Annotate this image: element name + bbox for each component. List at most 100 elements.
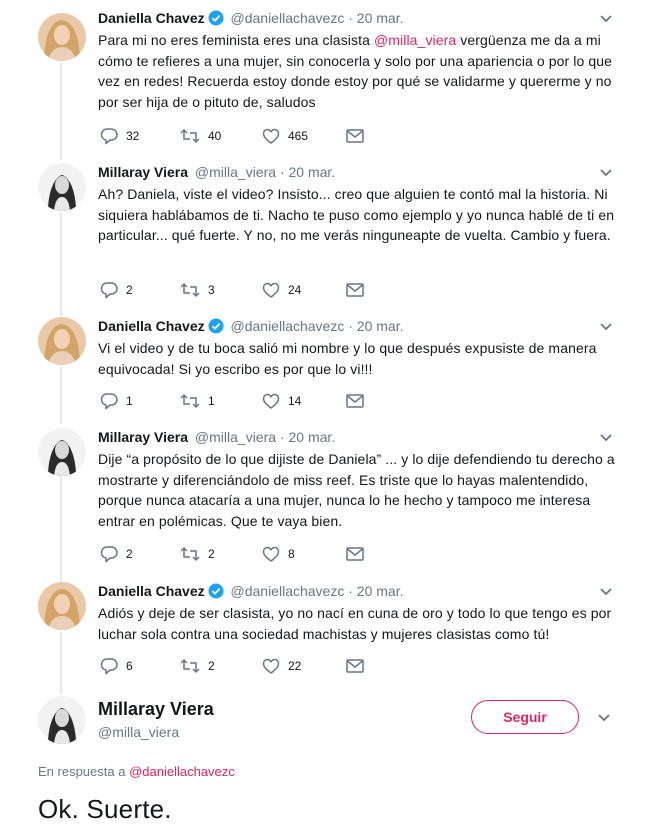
separator-dot: · xyxy=(279,164,285,180)
reply-count: 32 xyxy=(126,129,140,143)
timestamp[interactable]: 20 mar. xyxy=(289,164,336,180)
like-button[interactable]: 24 xyxy=(262,280,301,300)
timestamp[interactable]: 20 mar. xyxy=(289,429,336,445)
tweet-actions: 2 3 24 xyxy=(98,280,398,300)
reply-button[interactable]: 32 xyxy=(100,126,139,146)
avatar[interactable] xyxy=(38,163,86,211)
separator-dot: · xyxy=(348,318,353,334)
like-count: 8 xyxy=(288,547,295,561)
reply-to-line: En respuesta a @daniellachavezc xyxy=(38,764,235,779)
reply-count: 1 xyxy=(126,394,133,408)
timestamp[interactable]: 20 mar. xyxy=(357,318,404,334)
reply-button[interactable]: 2 xyxy=(100,544,133,564)
author-handle[interactable]: @milla_viera xyxy=(195,164,276,180)
author-handle[interactable]: @daniellachavezc xyxy=(231,583,345,599)
timestamp[interactable]: 20 mar. xyxy=(357,10,404,26)
reply-icon xyxy=(100,545,118,563)
thread-line xyxy=(60,476,62,582)
author-name[interactable]: Millaray Viera xyxy=(98,429,188,445)
reply-icon xyxy=(100,392,118,410)
direct-message-button[interactable] xyxy=(346,126,364,146)
tweet-text: Adiós y deje de ser clasista, yo no nací… xyxy=(98,603,620,644)
chevron-down-icon[interactable] xyxy=(599,319,613,337)
retweet-count: 40 xyxy=(208,129,222,143)
tweet-header: Millaray Viera @milla_viera · 20 mar. xyxy=(98,163,335,181)
like-button[interactable]: 14 xyxy=(262,391,301,411)
author-name[interactable]: Daniella Chavez xyxy=(98,318,205,334)
main-author-handle[interactable]: @milla_viera xyxy=(98,724,179,740)
tweet-text: Para mi no eres feminista eres una clasi… xyxy=(98,30,620,112)
reply-count: 2 xyxy=(126,547,133,561)
reply-button[interactable]: 2 xyxy=(100,280,133,300)
separator-dot: · xyxy=(348,10,353,26)
retweet-icon xyxy=(180,128,200,144)
tweet-text: Vi el video y de tu boca salió mi nombre… xyxy=(98,338,620,379)
main-author-name[interactable]: Millaray Viera xyxy=(98,699,214,720)
like-button[interactable]: 22 xyxy=(262,656,301,676)
reply-to-handle[interactable]: @daniellachavezc xyxy=(129,764,235,779)
author-handle[interactable]: @daniellachavezc xyxy=(231,10,345,26)
retweet-icon xyxy=(180,282,200,298)
chevron-down-icon[interactable] xyxy=(599,165,613,183)
retweet-button[interactable]: 40 xyxy=(180,126,221,146)
tweet-header: Daniella Chavez @daniellachavezc · 20 ma… xyxy=(98,582,404,603)
main-tweet-text: Ok. Suerte. xyxy=(38,794,172,824)
tweet-actions: 1 1 14 xyxy=(98,391,398,411)
envelope-icon xyxy=(346,129,364,143)
retweet-count: 2 xyxy=(208,659,215,673)
retweet-icon xyxy=(180,546,200,562)
verified-badge-icon xyxy=(208,10,224,30)
direct-message-button[interactable] xyxy=(346,280,364,300)
verified-badge-icon xyxy=(208,318,224,338)
retweet-icon xyxy=(180,658,200,674)
direct-message-button[interactable] xyxy=(346,656,364,676)
retweet-button[interactable]: 2 xyxy=(180,544,215,564)
avatar[interactable] xyxy=(38,428,86,476)
verified-badge-icon xyxy=(208,583,224,603)
tweet-text-part: Para mi no eres feminista eres una clasi… xyxy=(98,32,374,48)
tweet-header: Daniella Chavez @daniellachavezc · 20 ma… xyxy=(98,317,404,338)
like-button[interactable]: 8 xyxy=(262,544,295,564)
thread-line xyxy=(60,366,62,424)
avatar[interactable] xyxy=(38,317,86,365)
follow-button[interactable]: Seguir xyxy=(471,700,579,734)
retweet-icon xyxy=(180,393,200,409)
thread-line xyxy=(60,212,62,316)
avatar[interactable] xyxy=(38,696,86,744)
reply-button[interactable]: 1 xyxy=(100,391,133,411)
tweet-text: Ah? Daniela, viste el video? Insisto... … xyxy=(98,184,620,246)
direct-message-button[interactable] xyxy=(346,544,364,564)
tweet-actions: 2 2 8 xyxy=(98,544,398,564)
direct-message-button[interactable] xyxy=(346,391,364,411)
reply-count: 6 xyxy=(126,659,133,673)
avatar[interactable] xyxy=(38,582,86,630)
retweet-button[interactable]: 1 xyxy=(180,391,215,411)
author-name[interactable]: Daniella Chavez xyxy=(98,10,205,26)
author-handle[interactable]: @milla_viera xyxy=(195,429,276,445)
reply-button[interactable]: 6 xyxy=(100,656,133,676)
chevron-down-icon[interactable] xyxy=(599,430,613,448)
chevron-down-icon[interactable] xyxy=(597,710,611,728)
tweet-text-part: Vi el video y de tu boca salió mi nombre… xyxy=(98,340,597,377)
heart-icon xyxy=(262,546,280,562)
timestamp[interactable]: 20 mar. xyxy=(357,583,404,599)
retweet-count: 2 xyxy=(208,547,215,561)
like-count: 22 xyxy=(288,659,302,673)
chevron-down-icon[interactable] xyxy=(599,584,613,602)
author-handle[interactable]: @daniellachavezc xyxy=(231,318,345,334)
chevron-down-icon[interactable] xyxy=(599,11,613,29)
retweet-button[interactable]: 2 xyxy=(180,656,215,676)
avatar[interactable] xyxy=(38,13,86,61)
envelope-icon xyxy=(346,394,364,408)
retweet-button[interactable]: 3 xyxy=(180,280,215,300)
tweet-header: Daniella Chavez @daniellachavezc · 20 ma… xyxy=(98,9,404,30)
tweet-text: Dije “a propósito de lo que dijiste de D… xyxy=(98,449,620,531)
tweet-actions: 6 2 22 xyxy=(98,656,398,676)
tweet-text-part: Ah? Daniela, viste el video? Insisto... … xyxy=(98,186,615,243)
mention-link[interactable]: @milla_viera xyxy=(374,32,456,48)
reply-icon xyxy=(100,281,118,299)
author-name[interactable]: Millaray Viera xyxy=(98,164,188,180)
author-name[interactable]: Daniella Chavez xyxy=(98,583,205,599)
heart-icon xyxy=(262,393,280,409)
like-button[interactable]: 465 xyxy=(262,126,308,146)
